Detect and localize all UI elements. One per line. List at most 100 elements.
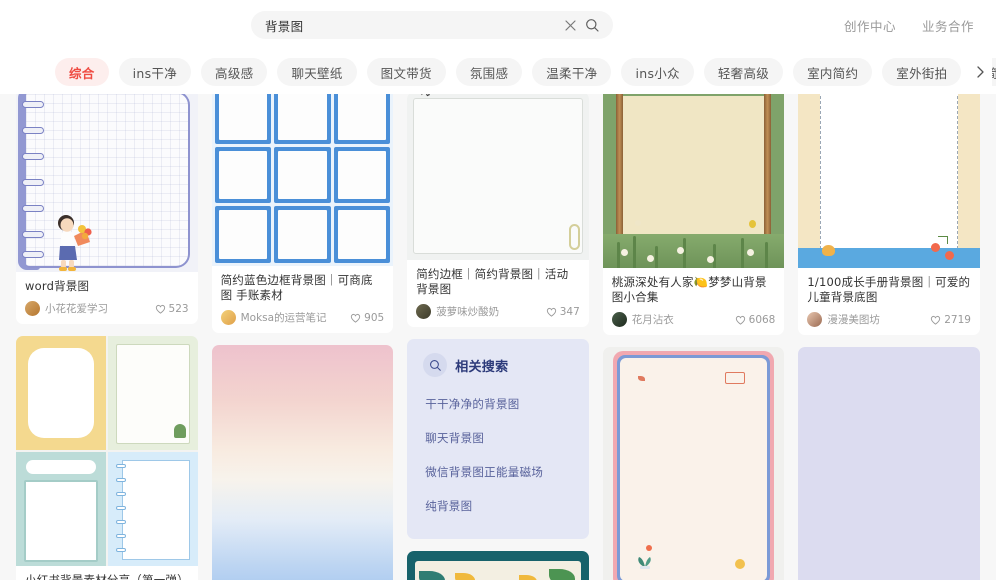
search-icon: [423, 353, 448, 377]
like-count[interactable]: 2719: [930, 314, 971, 326]
like-count[interactable]: 6068: [735, 313, 776, 326]
heart-icon: [735, 315, 745, 325]
nav-creator-center[interactable]: 创作中心: [844, 16, 896, 35]
card-thumbnail: [407, 551, 589, 580]
feed-column: 1/100成长手册背景图｜可爱的儿童背景底图 漫漫美图坊 2719: [798, 94, 980, 580]
feed-card[interactable]: 小红书背景素材分享（第一弹）: [16, 336, 198, 580]
filter-chip[interactable]: 综合: [55, 58, 109, 86]
chevron-right-icon[interactable]: [968, 58, 992, 86]
related-search-item[interactable]: 干干净净的背景图: [423, 387, 573, 421]
card-author[interactable]: 花月沾衣: [632, 312, 735, 327]
card-thumbnail: [16, 94, 198, 272]
feed-card[interactable]: [211, 345, 394, 580]
card-meta: 小花花爱学习 523: [25, 301, 189, 316]
related-search-item[interactable]: 聊天背景图: [423, 421, 573, 455]
card-thumbnail: [602, 94, 785, 268]
filter-chip[interactable]: 聊天壁纸: [277, 58, 357, 86]
card-title: word背景图: [25, 279, 90, 293]
filter-chip[interactable]: ins小众: [621, 58, 694, 86]
like-count-value: 347: [559, 305, 580, 318]
related-search-header: 相关搜索: [423, 353, 573, 377]
nine-template-grid-illustration: [211, 94, 394, 266]
green-notebook-thumb: [107, 336, 198, 450]
card-author[interactable]: 漫漫美图坊: [827, 312, 930, 327]
card-thumbnail: [407, 94, 589, 260]
related-search-title: 相关搜索: [455, 359, 509, 375]
like-count[interactable]: 523: [155, 303, 189, 315]
four-template-illustration: [16, 336, 198, 566]
heart-icon: [931, 315, 941, 325]
card-title: 桃源深处有人家🍋梦梦山背景图小合集: [611, 275, 767, 304]
card-body: word背景图 小花花爱学习 523: [16, 272, 198, 324]
card-meta: 花月沾衣 6068: [611, 312, 776, 327]
book-icon: [725, 372, 746, 384]
card-thumbnail: [211, 345, 394, 580]
pink-blue-frame-illustration: [602, 347, 785, 580]
card-body: 桃源深处有人家🍋梦梦山背景图小合集 花月沾衣 6068: [603, 268, 785, 335]
feed-card[interactable]: 桃源深处有人家🍋梦梦山背景图小合集 花月沾衣 6068: [602, 94, 785, 335]
filter-chip[interactable]: 室外街拍: [882, 58, 962, 86]
feed-column: 桃源深处有人家🍋梦梦山背景图小合集 花月沾衣 6068: [602, 94, 785, 580]
gradient-sky-illustration: [211, 345, 394, 580]
filter-chip[interactable]: 图文带货: [366, 58, 446, 86]
avatar[interactable]: [220, 310, 236, 325]
filter-chip[interactable]: 室内简约: [793, 58, 873, 86]
card-meta: Moksa的运营笔记 905: [220, 310, 384, 325]
search-bar[interactable]: [251, 11, 613, 39]
card-thumbnail: [211, 94, 394, 266]
card-body: 简约蓝色边框背景图｜可商底图 手账素材 Moksa的运营笔记 905: [212, 266, 394, 333]
top-nav: 创作中心 业务合作: [844, 0, 974, 50]
plant-icon: [638, 557, 651, 569]
heart-icon: [155, 304, 165, 314]
search-icon[interactable]: [581, 14, 603, 36]
filter-chip[interactable]: 轻奢高级: [703, 58, 784, 86]
feed-card[interactable]: 简约边框｜简约背景图｜活动背景图 菠萝味炒酸奶 347: [407, 94, 589, 327]
feed-card[interactable]: word背景图 小花花爱学习 523: [16, 94, 198, 324]
minimal-frame-illustration: [407, 94, 589, 260]
feed-column: 简约边框｜简约背景图｜活动背景图 菠萝味炒酸奶 347 相关搜索 干干净净的背景…: [407, 94, 589, 580]
like-count[interactable]: 347: [546, 306, 580, 318]
search-input[interactable]: [265, 17, 559, 33]
related-search-item[interactable]: 微信背景图正能量磁场: [423, 455, 573, 489]
feed-card[interactable]: 1/100成长手册背景图｜可爱的儿童背景底图 漫漫美图坊 2719: [798, 94, 980, 335]
feed-column: 简约蓝色边框背景图｜可商底图 手账素材 Moksa的运营笔记 905: [211, 94, 394, 580]
teal-window-thumb: [16, 452, 106, 566]
card-title: 简约蓝色边框背景图｜可商底图 手账素材: [220, 273, 373, 302]
card-title: 1/100成长手册背景图｜可爱的儿童背景底图: [807, 275, 971, 304]
like-count-value: 905: [364, 311, 385, 324]
card-author[interactable]: Moksa的运营笔记: [241, 310, 351, 325]
card-body: 简约边框｜简约背景图｜活动背景图 菠萝味炒酸奶 347: [407, 260, 589, 327]
results-feed: word背景图 小花花爱学习 523 小红书背景素材分享（第一弹） 简约蓝色边框…: [0, 94, 996, 580]
filter-chip-bar: 综合 ins干净 高级感 聊天壁纸 图文带货 氛围感 温柔干净 ins小众 轻奢高级 室内简约 室外…: [0, 50, 996, 94]
card-body: 小红书背景素材分享（第一弹）: [16, 566, 198, 580]
filter-chip[interactable]: 温柔干净: [532, 58, 612, 86]
avatar[interactable]: [611, 312, 627, 327]
feed-card[interactable]: 简约蓝色边框背景图｜可商底图 手账素材 Moksa的运营笔记 905: [211, 94, 394, 333]
nav-business[interactable]: 业务合作: [922, 16, 974, 35]
blue-spiral-thumb: [107, 452, 198, 566]
filter-chip[interactable]: 高级感: [201, 58, 268, 86]
like-count-value: 523: [168, 302, 189, 315]
avatar[interactable]: [416, 304, 432, 319]
filter-chip[interactable]: 氛围感: [455, 58, 523, 86]
like-count[interactable]: 905: [350, 312, 384, 324]
feed-card[interactable]: [602, 347, 785, 580]
card-author[interactable]: 小花花爱学习: [45, 301, 155, 316]
like-count-value: 6068: [748, 313, 776, 326]
card-thumbnail: [16, 336, 198, 566]
related-search-item[interactable]: 纯背景图: [423, 489, 573, 523]
card-meta: 漫漫美图坊 2719: [807, 312, 971, 327]
close-icon[interactable]: [559, 14, 581, 36]
card-thumbnail: [602, 347, 785, 580]
avatar[interactable]: [25, 301, 40, 316]
feed-card[interactable]: [407, 551, 589, 580]
card-author[interactable]: 菠萝味炒酸奶: [436, 304, 546, 319]
parchment-illustration: [602, 94, 785, 268]
avatar[interactable]: [807, 312, 823, 327]
feed-card[interactable]: [798, 347, 980, 580]
card-meta: 菠萝味炒酸奶 347: [416, 304, 580, 319]
heart-icon: [546, 307, 556, 317]
notebook-illustration: [16, 94, 198, 272]
filter-chip[interactable]: ins干净: [118, 58, 192, 86]
cream-dashed-card-illustration: [798, 94, 980, 268]
